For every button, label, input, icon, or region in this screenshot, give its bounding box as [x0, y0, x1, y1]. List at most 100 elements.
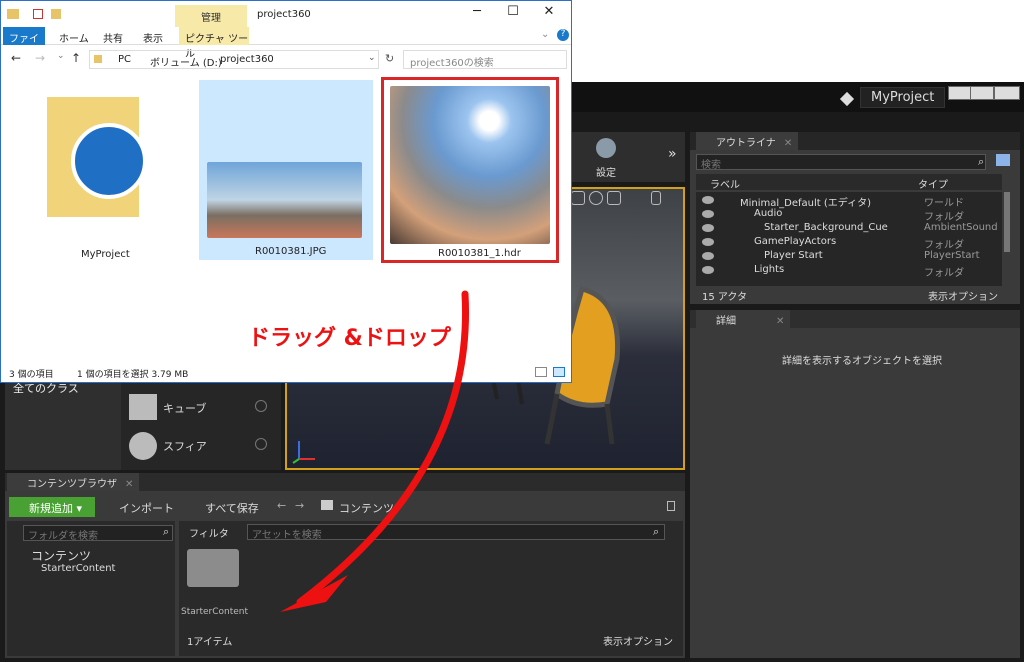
class-item-cube[interactable]: キューブ [163, 400, 206, 416]
save-all-button[interactable]: すべて保存 [205, 500, 259, 516]
visibility-icon[interactable] [702, 224, 714, 232]
large-icons-view-icon[interactable] [553, 367, 565, 377]
unreal-logo-icon [839, 91, 855, 107]
settings-button-label[interactable]: 設定 [596, 164, 616, 179]
class-list: キューブ スフィア [121, 372, 281, 470]
file-item-hdr[interactable]: R0010381_1.hdr [381, 77, 559, 263]
tree-root[interactable]: コンテンツ [31, 547, 91, 564]
address-dropdown-icon[interactable]: ⌄ [368, 53, 376, 63]
outliner-row[interactable]: Starter_Background_Cue AmbientSound [696, 222, 1008, 236]
row-type: ワールド [924, 198, 964, 209]
back-arrow-icon[interactable]: ← [11, 51, 21, 65]
tree-child[interactable]: StarterContent [41, 563, 115, 574]
project-name-tab[interactable]: MyProject [860, 87, 946, 108]
quick-folder-icon[interactable] [51, 9, 61, 19]
file-item-myproject[interactable]: MyProject [31, 83, 171, 263]
filter-button[interactable]: フィルタ [189, 525, 229, 540]
properties-icon[interactable] [33, 9, 43, 19]
cube-help-icon[interactable] [255, 400, 267, 412]
manage-tab[interactable]: 管理 [175, 5, 247, 27]
column-label[interactable]: ラベル [710, 176, 740, 191]
outliner-row[interactable]: Audio フォルダ [696, 208, 1008, 223]
outliner-scrollbar[interactable] [1004, 192, 1010, 252]
ribbon-tab-share[interactable]: 共有 [103, 30, 123, 45]
add-actor-icon[interactable] [996, 154, 1010, 166]
status-selection: 1 個の項目を選択 3.79 MB [77, 370, 189, 380]
sources-panel: フォルダを検索 ⌕ コンテンツ StarterContent [7, 521, 175, 656]
asset-name: StarterContent [181, 607, 249, 617]
visibility-icon[interactable] [702, 196, 714, 204]
status-item-count: 3 個の項目 [9, 370, 54, 380]
explorer-search-input[interactable]: project360の検索 [403, 50, 567, 69]
cube-icon [129, 394, 157, 420]
asset-search-icon[interactable]: ⌕ [653, 525, 659, 539]
recent-locations-icon[interactable]: ⌄ [57, 51, 65, 61]
details-panel: 詳細 ✕ 詳細を表示するオブジェクトを選択 [690, 310, 1020, 658]
address-bar[interactable]: PC ボリューム (D:) project360 ⌄ [89, 50, 379, 69]
forward-arrow-icon[interactable]: → [35, 51, 45, 65]
row-label: Starter_Background_Cue [764, 222, 888, 233]
visibility-icon[interactable] [702, 252, 714, 260]
help-icon[interactable]: ? [557, 29, 569, 41]
outliner-row[interactable]: Minimal_Default (エディタ) ワールド [696, 194, 1008, 209]
breadcrumb-volume[interactable]: ボリューム (D:) [150, 54, 222, 69]
close-tab-icon[interactable]: ✕ [784, 138, 792, 149]
item-count: 1アイテム [187, 637, 233, 648]
settings-icon[interactable] [596, 138, 616, 158]
visibility-icon[interactable] [702, 210, 714, 218]
viewport-globe-icon[interactable] [589, 191, 603, 205]
visibility-icon[interactable] [702, 238, 714, 246]
search-icon[interactable]: ⌕ [978, 155, 984, 169]
visibility-icon[interactable] [702, 266, 714, 274]
ribbon-tab-file[interactable]: ファイル [3, 27, 45, 60]
details-view-icon[interactable] [535, 367, 547, 377]
row-label: Player Start [764, 250, 823, 261]
outliner-view-options[interactable]: 表示オプション [928, 288, 998, 303]
file-item-jpg[interactable]: R0010381.JPG [199, 80, 373, 260]
ribbon-tab-view[interactable]: 表示 [143, 30, 163, 45]
toolbar-overflow-icon[interactable]: » [668, 146, 677, 162]
up-arrow-icon[interactable]: ↑ [71, 51, 81, 65]
tab-content-browser[interactable]: コンテンツブラウザ ✕ [7, 473, 140, 491]
close-tab-icon[interactable]: ✕ [776, 316, 784, 327]
asset-view-options[interactable]: 表示オプション [603, 633, 673, 648]
viewport-camera-icon[interactable] [651, 191, 661, 205]
class-item-sphere[interactable]: スフィア [163, 438, 207, 454]
add-new-button[interactable]: 新規追加 ▾ [9, 497, 95, 517]
chevron-down-icon[interactable]: ⌄ [541, 29, 549, 40]
outliner-row[interactable]: Player Start PlayerStart [696, 250, 1008, 264]
maximize-button[interactable] [970, 86, 994, 100]
minimize-button[interactable] [948, 86, 972, 100]
close-tab-icon[interactable]: ✕ [125, 479, 133, 490]
tab-details[interactable]: 詳細 ✕ [696, 310, 791, 328]
import-button[interactable]: インポート [119, 500, 174, 516]
outliner-rows: Minimal_Default (エディタ) ワールド Audio フォルダ Sta… [696, 192, 1002, 286]
viewport-snap-icon[interactable] [607, 191, 621, 205]
viewport-view-icon[interactable] [571, 191, 585, 205]
close-button[interactable] [994, 86, 1020, 100]
breadcrumb-pc[interactable]: PC [118, 54, 131, 65]
folder-search-input[interactable]: フォルダを検索 [23, 525, 173, 542]
maximize-button[interactable]: ☐ [495, 4, 531, 24]
details-body: 詳細を表示するオブジェクトを選択 [690, 328, 1020, 658]
minimize-button[interactable]: ─ [459, 4, 495, 24]
ribbon-tab-picture-tools[interactable]: ピクチャ ツール [179, 27, 249, 60]
modes-panel: 全てのクラス キューブ スフィア [5, 372, 281, 470]
outliner-search-input[interactable]: 検索 [696, 154, 986, 171]
column-type[interactable]: タイプ [918, 176, 948, 191]
ribbon-tab-home[interactable]: ホーム [59, 30, 89, 45]
actor-count: 15 アクタ [702, 292, 748, 303]
breadcrumb-folder[interactable]: project360 [220, 54, 274, 65]
row-type: フォルダ [924, 268, 964, 279]
outliner-row[interactable]: Lights フォルダ [696, 264, 1008, 279]
row-label: Minimal_Default (エディタ) [740, 198, 871, 209]
outliner-row[interactable]: GamePlayActors フォルダ [696, 236, 1008, 251]
sphere-help-icon[interactable] [255, 438, 267, 450]
lock-icon[interactable] [667, 501, 675, 511]
refresh-icon[interactable]: ↻ [385, 52, 394, 65]
tab-outliner[interactable]: アウトライナ ✕ [696, 132, 799, 150]
folder-search-icon[interactable]: ⌕ [163, 525, 169, 539]
window-title: project360 [257, 9, 311, 20]
folder-icon[interactable] [187, 549, 239, 587]
close-button[interactable]: ✕ [531, 4, 567, 24]
